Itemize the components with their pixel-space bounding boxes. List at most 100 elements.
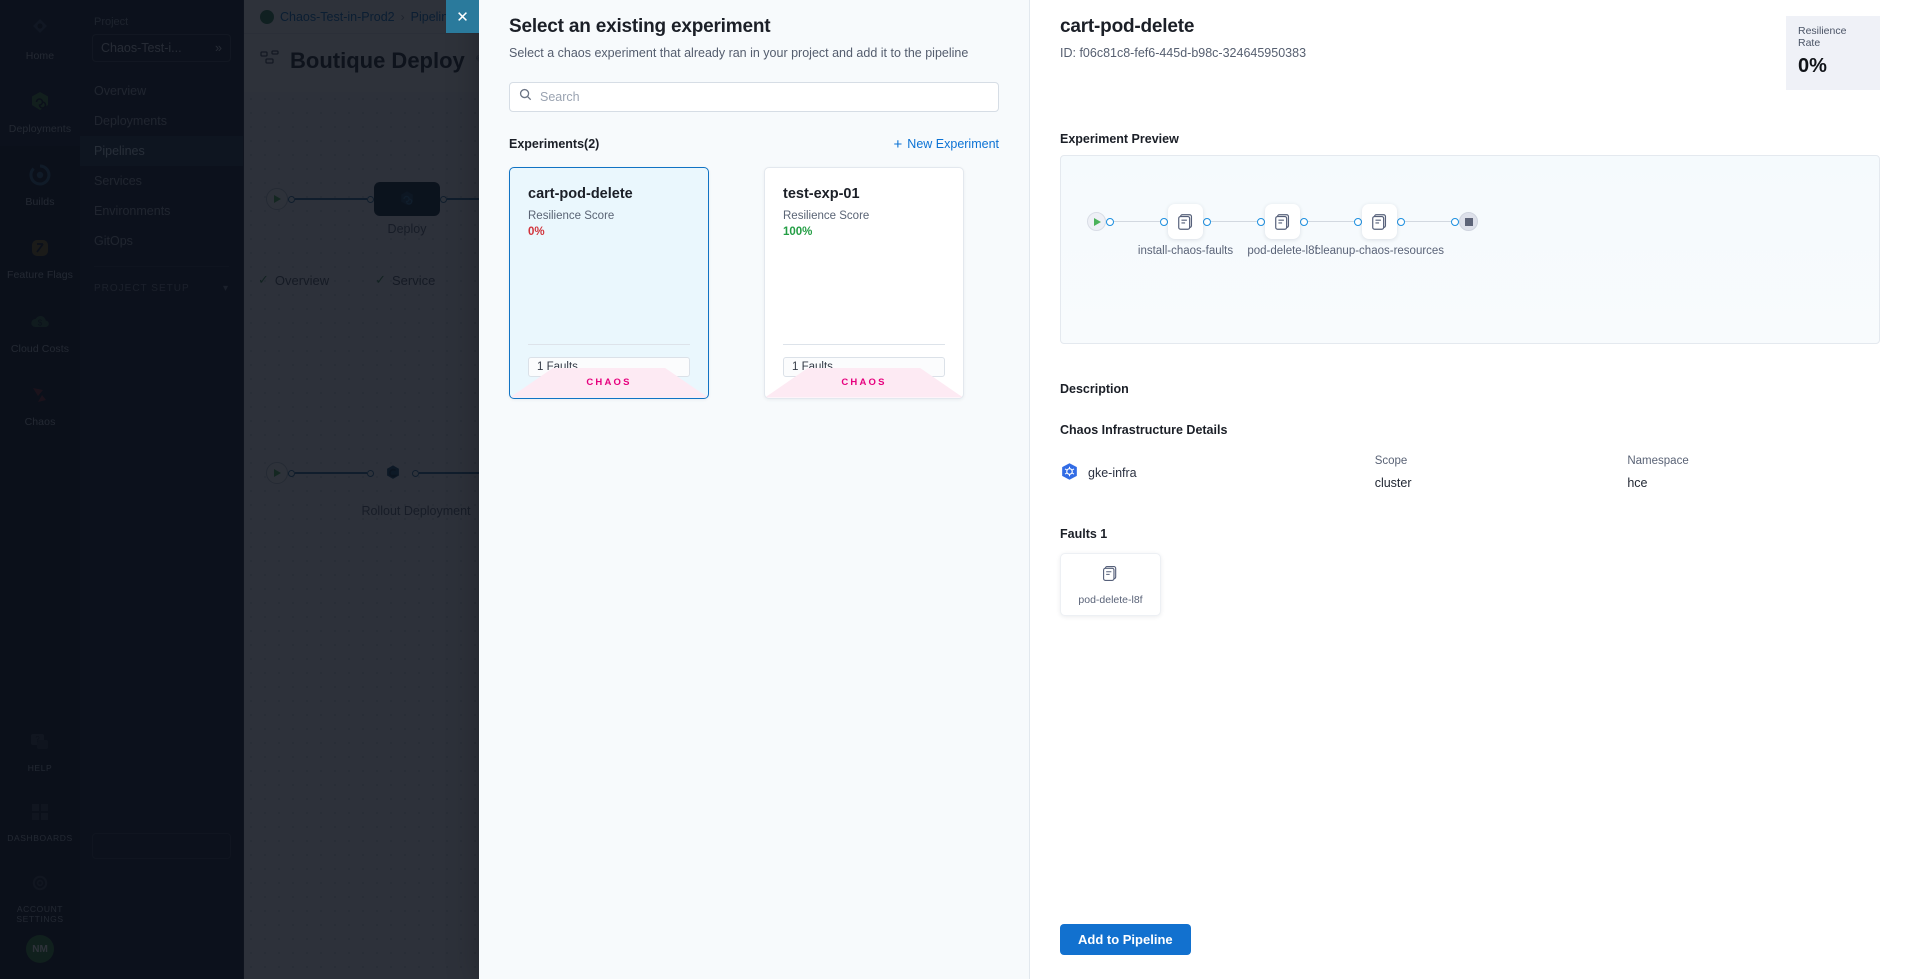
sidebar-item-services[interactable]: Services bbox=[80, 166, 243, 196]
sidebar-item-gitops[interactable]: GitOps bbox=[80, 226, 243, 256]
builds-icon bbox=[25, 160, 55, 190]
resilience-rate-label: Resilience Rate bbox=[1798, 25, 1868, 49]
sidebar-item-label: Deployments bbox=[94, 114, 167, 128]
tab-label: Overview bbox=[275, 273, 329, 288]
add-to-pipeline-button[interactable]: Add to Pipeline bbox=[1060, 924, 1191, 955]
search-bar[interactable] bbox=[509, 82, 999, 112]
svg-text:?: ? bbox=[35, 735, 40, 744]
nav-item-builds[interactable]: Builds bbox=[0, 146, 80, 219]
nav-item-home[interactable]: Home bbox=[0, 0, 80, 73]
flow-node-label: pod-delete-l8f bbox=[1247, 244, 1317, 258]
project-dot-icon bbox=[260, 10, 274, 24]
nav-label: Chaos bbox=[25, 416, 56, 429]
flow-node-install-chaos-faults[interactable]: install-chaos-faults bbox=[1168, 204, 1203, 239]
experiment-preview-heading: Experiment Preview bbox=[1060, 132, 1880, 146]
feature-flags-icon bbox=[25, 233, 55, 263]
details-identity: cart-pod-delete ID: f06c81c8-fef6-445d-b… bbox=[1060, 16, 1306, 60]
faults-heading: Faults 1 bbox=[1060, 527, 1880, 541]
fault-name: pod-delete-l8f bbox=[1078, 594, 1142, 606]
sidebar-section-project-setup[interactable]: PROJECT SETUP ▾ bbox=[80, 277, 243, 300]
nav-label: DASHBOARDS bbox=[7, 833, 73, 844]
check-icon: ✓ bbox=[375, 272, 386, 288]
experiment-card-cart-pod-delete[interactable]: cart-pod-delete Resilience Score 0% 1 Fa… bbox=[509, 167, 709, 399]
pipeline-tabs: ✓ Overview ✓ Service bbox=[258, 272, 435, 288]
sidebar-item-label: Environments bbox=[94, 204, 170, 218]
pipeline-port bbox=[288, 470, 295, 477]
pipeline-node-label: Rollout Deployment bbox=[356, 504, 476, 520]
resilience-score-label: Resilience Score bbox=[783, 210, 945, 222]
pipeline-connector bbox=[295, 472, 367, 474]
namespace-field: Namespace hce bbox=[1627, 455, 1880, 490]
modal-title: Select an existing experiment bbox=[509, 16, 999, 38]
fault-icon bbox=[1101, 564, 1120, 588]
breadcrumb-separator: › bbox=[401, 10, 405, 24]
experiment-card-test-exp-01[interactable]: test-exp-01 Resilience Score 100% 1 Faul… bbox=[764, 167, 964, 399]
details-header: cart-pod-delete ID: f06c81c8-fef6-445d-b… bbox=[1060, 16, 1880, 90]
nav-item-account-settings[interactable]: ACCOUNT SETTINGS bbox=[0, 854, 80, 935]
flow-connector bbox=[1308, 221, 1354, 222]
avatar[interactable]: NM bbox=[26, 935, 54, 963]
nav-item-deployments[interactable]: Deployments bbox=[0, 73, 80, 146]
pipeline-start-icon bbox=[266, 462, 288, 484]
gear-icon bbox=[25, 868, 55, 898]
preview-flow: install-chaos-faults pod-delete-l8f cl bbox=[1087, 204, 1478, 239]
tab-overview[interactable]: ✓ Overview bbox=[258, 272, 329, 288]
pipeline-port bbox=[288, 196, 295, 203]
details-id: ID: f06c81c8-fef6-445d-b98c-324645950383 bbox=[1060, 46, 1306, 60]
tab-label: Service bbox=[392, 273, 435, 288]
fault-card[interactable]: pod-delete-l8f bbox=[1060, 553, 1161, 616]
flow-node-label: cleanup-chaos-resources bbox=[1315, 244, 1444, 258]
sidebar-item-environments[interactable]: Environments bbox=[80, 196, 243, 226]
nav-item-chaos[interactable]: Chaos bbox=[0, 366, 80, 439]
check-icon: ✓ bbox=[258, 272, 269, 288]
sidebar-item-deployments[interactable]: Deployments bbox=[80, 106, 243, 136]
experiment-name: cart-pod-delete bbox=[528, 186, 690, 202]
chaos-ribbon: CHAOS bbox=[765, 368, 963, 398]
sidebar-item-overview[interactable]: Overview bbox=[80, 76, 243, 106]
card-divider bbox=[528, 344, 690, 345]
nav-item-dashboards[interactable]: DASHBOARDS bbox=[0, 783, 80, 854]
sidebar-section-label: PROJECT SETUP bbox=[94, 283, 190, 294]
cloud-costs-icon: $ bbox=[25, 307, 55, 337]
nav-label: HELP bbox=[28, 763, 53, 774]
scope-value: cluster bbox=[1375, 476, 1628, 490]
flow-end-icon bbox=[1459, 212, 1478, 231]
flow-node-label: install-chaos-faults bbox=[1138, 244, 1233, 258]
sidebar-item-pipelines[interactable]: Pipelines bbox=[80, 136, 243, 166]
resilience-rate-box: Resilience Rate 0% bbox=[1786, 16, 1880, 90]
pipeline-port bbox=[367, 470, 374, 477]
project-selector[interactable]: Chaos-Test-i... » bbox=[92, 34, 231, 62]
sidebar-item-label: Services bbox=[94, 174, 142, 188]
pipeline-port bbox=[440, 196, 447, 203]
experiment-preview-canvas[interactable]: install-chaos-faults pod-delete-l8f cl bbox=[1060, 155, 1880, 344]
home-diamond-icon bbox=[25, 14, 55, 44]
flow-port bbox=[1106, 218, 1114, 226]
experiments-header: Experiments(2) + New Experiment bbox=[509, 137, 999, 152]
resilience-score-label: Resilience Score bbox=[528, 210, 690, 222]
chevron-right-icon: » bbox=[215, 41, 222, 55]
namespace-value: hce bbox=[1627, 476, 1880, 490]
nav-item-cloud-costs[interactable]: $ Cloud Costs bbox=[0, 293, 80, 366]
nav-label: Home bbox=[26, 50, 54, 63]
flow-node-cleanup-chaos-resources[interactable]: cleanup-chaos-resources bbox=[1362, 204, 1397, 239]
deployments-icon bbox=[25, 87, 55, 117]
pipeline-node-rollout[interactable] bbox=[374, 462, 412, 484]
help-icon: ? bbox=[25, 727, 55, 757]
scope-field: Scope cluster bbox=[1375, 455, 1628, 490]
close-icon[interactable]: ✕ bbox=[446, 0, 479, 33]
pipeline-node-deploy[interactable]: Deploy bbox=[374, 182, 440, 216]
tab-service[interactable]: ✓ Service bbox=[375, 272, 435, 288]
modal-subtitle: Select a chaos experiment that already r… bbox=[509, 45, 999, 63]
primary-navigation: Home Deployments Builds Feature Flags bbox=[0, 0, 80, 979]
project-label: Project bbox=[80, 10, 243, 32]
sidebar-footer-box bbox=[92, 833, 231, 859]
new-experiment-button[interactable]: + New Experiment bbox=[894, 137, 999, 152]
flow-port bbox=[1451, 218, 1459, 226]
flow-node-pod-delete[interactable]: pod-delete-l8f bbox=[1265, 204, 1300, 239]
flow-port bbox=[1203, 218, 1211, 226]
search-input[interactable] bbox=[540, 90, 989, 104]
nav-item-help[interactable]: ? HELP bbox=[0, 713, 80, 784]
nav-label: Deployments bbox=[9, 123, 71, 136]
nav-item-feature-flags[interactable]: Feature Flags bbox=[0, 219, 80, 292]
breadcrumb-project[interactable]: Chaos-Test-in-Prod2 bbox=[280, 10, 395, 24]
